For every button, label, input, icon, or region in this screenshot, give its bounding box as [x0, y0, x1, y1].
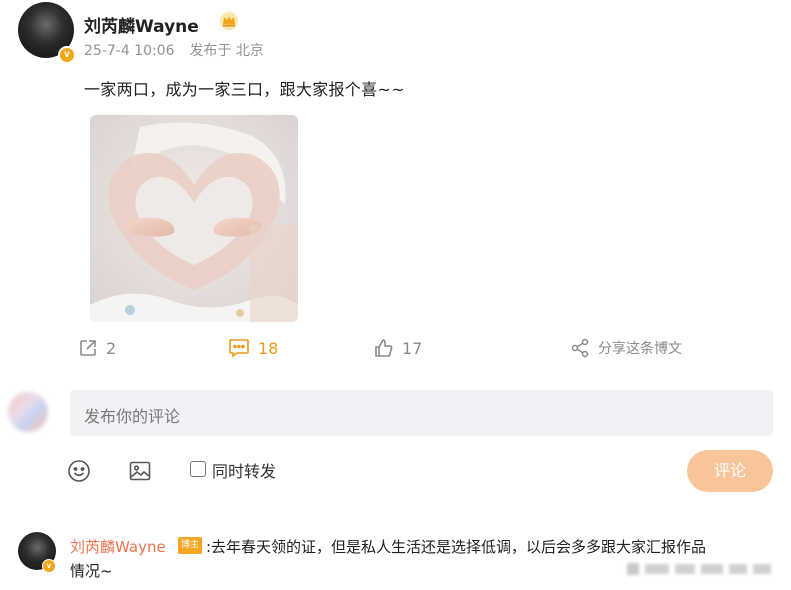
author-name[interactable]: 刘芮麟Wayne: [84, 12, 199, 37]
reply-text-line2: 情况~: [70, 562, 113, 580]
current-user-avatar[interactable]: [8, 392, 48, 432]
post-date: 25-7-4 10:06: [84, 43, 175, 59]
reply-author-name[interactable]: 刘芮麟Wayne: [70, 536, 166, 557]
emoji-icon[interactable]: [67, 459, 91, 483]
avatar-face: [32, 12, 60, 48]
like-icon: [375, 339, 393, 357]
crown-icon: [220, 12, 238, 30]
sync-repost-label[interactable]: 同时转发: [212, 458, 276, 482]
post-source: 发布于 北京: [189, 43, 264, 59]
verified-badge-icon: v: [58, 46, 76, 64]
comment-input[interactable]: 发布你的评论: [70, 390, 773, 436]
repost-count: 2: [106, 338, 117, 358]
reply-text-line1: :去年春天领的证，但是私人生活还是选择低调，以后会多多跟大家汇报作品: [206, 538, 707, 556]
like-button[interactable]: 17: [374, 338, 422, 358]
sync-repost-checkbox[interactable]: [190, 461, 206, 477]
image-icon[interactable]: [128, 459, 152, 483]
comment-icon: [229, 339, 249, 358]
repost-button[interactable]: 2: [78, 338, 116, 358]
like-count: 17: [402, 338, 423, 358]
share-icon: [571, 338, 589, 358]
post-text: 一家两口，成为一家三口，跟大家报个喜~~: [84, 80, 405, 99]
repost-icon: [80, 340, 96, 356]
heart-hands-photo: [90, 115, 298, 322]
blurred-watermark: [627, 563, 771, 575]
share-button[interactable]: 分享这条博文: [570, 338, 682, 358]
submit-comment-button[interactable]: 评论: [687, 450, 773, 492]
avatar-face: [27, 538, 47, 564]
author-tag: 博主: [178, 537, 202, 554]
post-meta: 25-7-4 10:06 发布于 北京: [84, 40, 264, 60]
share-label: 分享这条博文: [598, 341, 682, 357]
post-image[interactable]: [90, 115, 298, 322]
comment-count: 18: [258, 338, 279, 358]
verified-badge-icon: v: [42, 559, 56, 573]
comment-button[interactable]: 18: [228, 338, 278, 358]
